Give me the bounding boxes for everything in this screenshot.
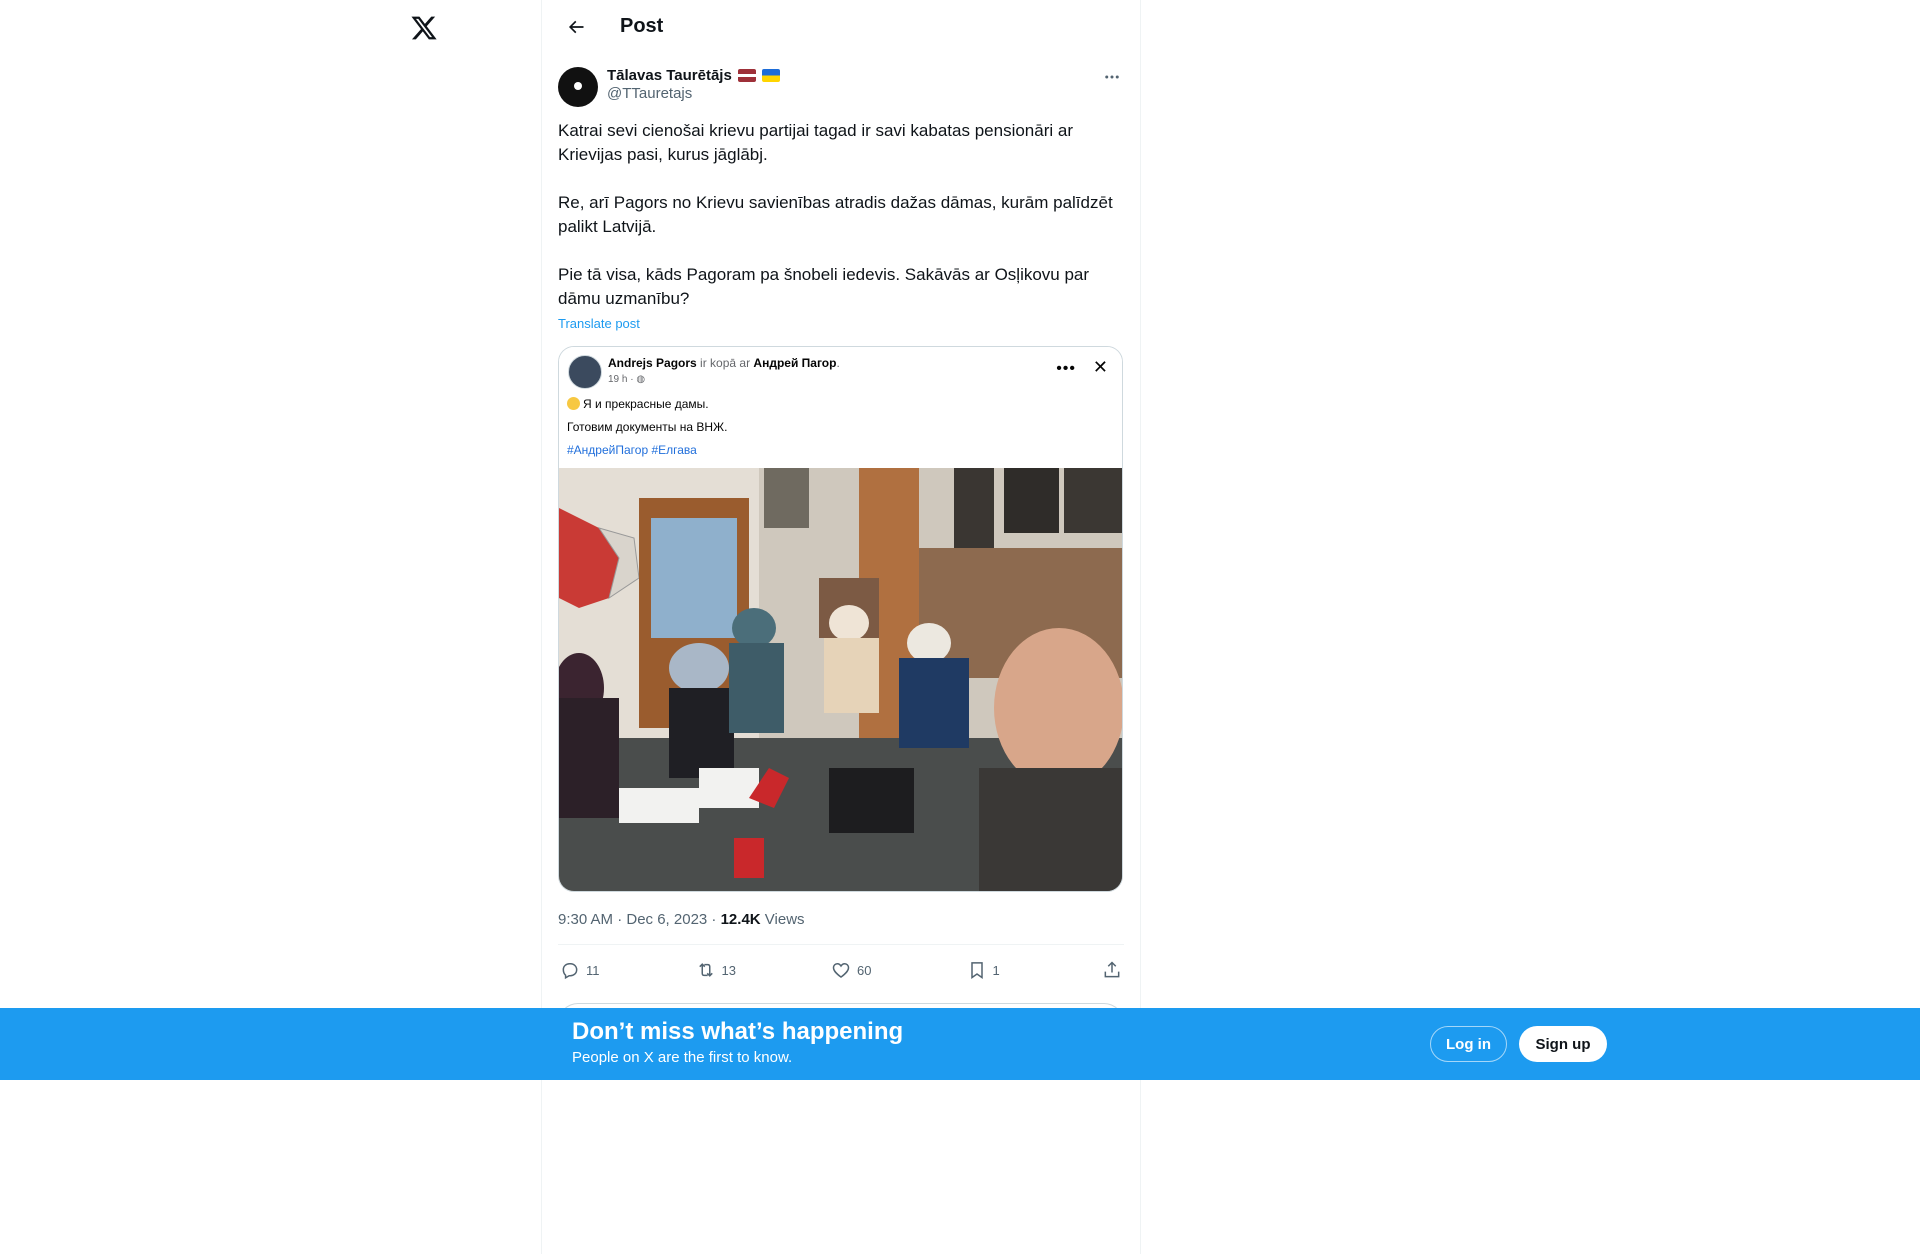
embedded-avatar xyxy=(568,355,602,389)
login-button[interactable]: Log in xyxy=(1430,1026,1507,1062)
author-name-row[interactable]: Tālavas Taurētājs xyxy=(607,67,780,84)
views-label: Views xyxy=(760,911,805,928)
post-timestamp: 9:30 AM · Dec 6, 2023 · 12.4K Views xyxy=(558,911,1124,928)
share-button[interactable] xyxy=(1102,960,1122,980)
signup-button[interactable]: Sign up xyxy=(1519,1026,1607,1062)
embedded-with-name: Андрей Пагор xyxy=(753,356,837,370)
bookmark-button[interactable]: 1 xyxy=(967,960,1077,980)
embedded-time: 19 h · ◍ xyxy=(608,374,645,385)
like-count: 60 xyxy=(857,962,872,978)
reply-icon xyxy=(562,963,578,980)
banner-title: Don’t miss what’s happening xyxy=(572,1018,904,1045)
post: Tālavas Taurētājs @TTauretajs Katrai sev… xyxy=(542,53,1140,1023)
post-text: Katrai sevi cienošai krievu partijai tag… xyxy=(558,121,1113,308)
smile-emoji-icon xyxy=(567,397,580,410)
repost-button[interactable]: 13 xyxy=(696,960,806,980)
embedded-author-line: Andrejs Pagors ir kopā ar Андрей Пагор. xyxy=(608,356,840,370)
bookmark-count: 1 xyxy=(992,962,1000,978)
bookmark-icon xyxy=(970,962,983,979)
reply-button[interactable]: 11 xyxy=(560,960,670,980)
page-title: Post xyxy=(620,15,664,37)
author-handle[interactable]: @TTauretajs xyxy=(607,85,780,102)
repost-count: 13 xyxy=(721,962,736,978)
embedded-time-text: 19 h · xyxy=(608,374,637,385)
embedded-hashtags: #АндрейПагор #Елгава xyxy=(567,443,697,457)
share-icon xyxy=(1104,961,1120,978)
globe-icon: ◍ xyxy=(636,374,646,385)
embedded-line1-text: Я и прекрасные дамы. xyxy=(583,397,709,411)
banner-subtitle: People on X are the first to know. xyxy=(572,1049,793,1066)
translate-post-link[interactable]: Translate post xyxy=(558,316,640,331)
embedded-line1: Я и прекрасные дамы. xyxy=(567,397,709,411)
embedded-close-icon: ✕ xyxy=(1092,357,1108,377)
ukraine-flag-icon xyxy=(761,69,780,82)
header-bar: Post xyxy=(542,0,1140,53)
post-actions: 11 13 60 1 xyxy=(558,945,1124,995)
like-button[interactable]: 60 xyxy=(831,960,941,980)
views-count: 12.4K xyxy=(720,911,761,928)
embedded-line2: Готовим документы на ВНЖ. xyxy=(567,420,728,434)
embedded-with-end: . xyxy=(836,356,840,370)
timestamp-text[interactable]: 9:30 AM · Dec 6, 2023 · xyxy=(558,911,721,928)
embedded-author: Andrejs Pagors xyxy=(608,356,697,370)
repost-icon xyxy=(698,963,713,977)
heart-icon xyxy=(832,962,850,979)
more-options-icon[interactable] xyxy=(1100,65,1124,89)
back-arrow-icon[interactable] xyxy=(558,9,594,45)
author-name[interactable]: Tālavas Taurētājs xyxy=(607,67,732,84)
post-media[interactable]: Andrejs Pagors ir kopā ar Андрей Пагор. … xyxy=(558,346,1123,892)
photo-illustration xyxy=(559,468,1122,891)
avatar[interactable] xyxy=(558,67,598,107)
x-logo-icon[interactable] xyxy=(410,14,438,42)
reply-count: 11 xyxy=(586,962,600,978)
embedded-dots-icon: ••• xyxy=(1056,360,1076,377)
group-photo xyxy=(559,468,1122,891)
signup-banner: Don’t miss what’s happening People on X … xyxy=(0,1008,1920,1080)
author-row: Tālavas Taurētājs @TTauretajs xyxy=(558,65,1124,107)
embedded-screenshot-header: Andrejs Pagors ir kopā ar Андрей Пагор. … xyxy=(559,347,1122,468)
embedded-with-text: ir kopā ar xyxy=(696,356,754,370)
latvia-flag-icon xyxy=(737,69,756,82)
